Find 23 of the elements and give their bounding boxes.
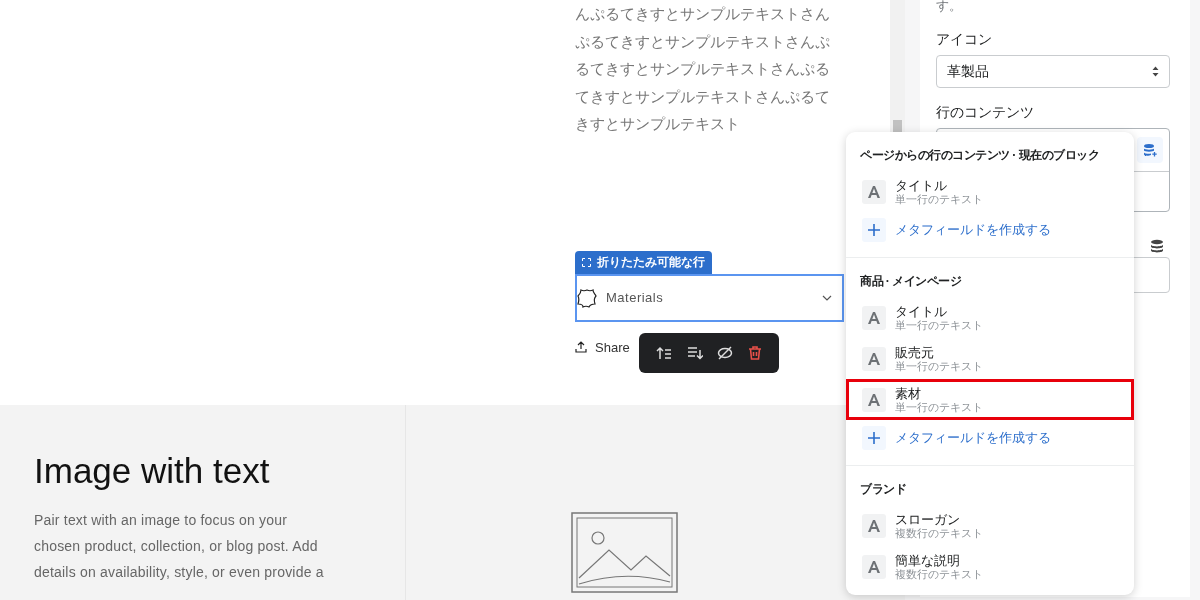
field-label: 行のコンテンツ: [936, 104, 1035, 122]
option-type: 単一行のテキスト: [895, 318, 983, 332]
option-title: タイトル: [895, 177, 948, 193]
section-heading: Image with text: [34, 451, 271, 491]
field-label: アイコン: [936, 31, 993, 49]
option-type: 単一行のテキスト: [895, 192, 983, 206]
option-type: 複数行のテキスト: [895, 567, 983, 581]
section-title: 商品 · メインページ: [860, 273, 962, 290]
option-title: スローガン: [895, 511, 961, 527]
option-type: 複数行のテキスト: [895, 526, 983, 540]
option-title: タイトル: [895, 303, 948, 319]
option-type: 単一行のテキスト: [895, 400, 983, 414]
row-title: Materials: [606, 290, 665, 305]
body-text: んぷるてきすとサンプルテキストさんぷるてきすとサンプルテキストさんぷるてきすとサンプルテキストさんぷるてきすとサンプルテキストさんぷるてきすとサンプルテキスト: [575, 4, 831, 134]
option-title: 販売元: [895, 344, 935, 360]
section-text: Pair text with an image to focus on your chosen product, collection, or blog post. Add details on availability, style, or even provide a: [34, 511, 325, 582]
option-type: 単一行のテキスト: [895, 359, 983, 373]
help-text: す。: [936, 0, 963, 15]
section-title: ブランド: [860, 481, 906, 498]
option-title: 簡単な説明: [895, 552, 961, 568]
block-tag: 折りたたみ可能な行: [575, 250, 712, 274]
option-title: 素材: [895, 385, 922, 401]
section-title: ページからの行のコンテンツ · 現在のブロック: [860, 147, 1100, 164]
